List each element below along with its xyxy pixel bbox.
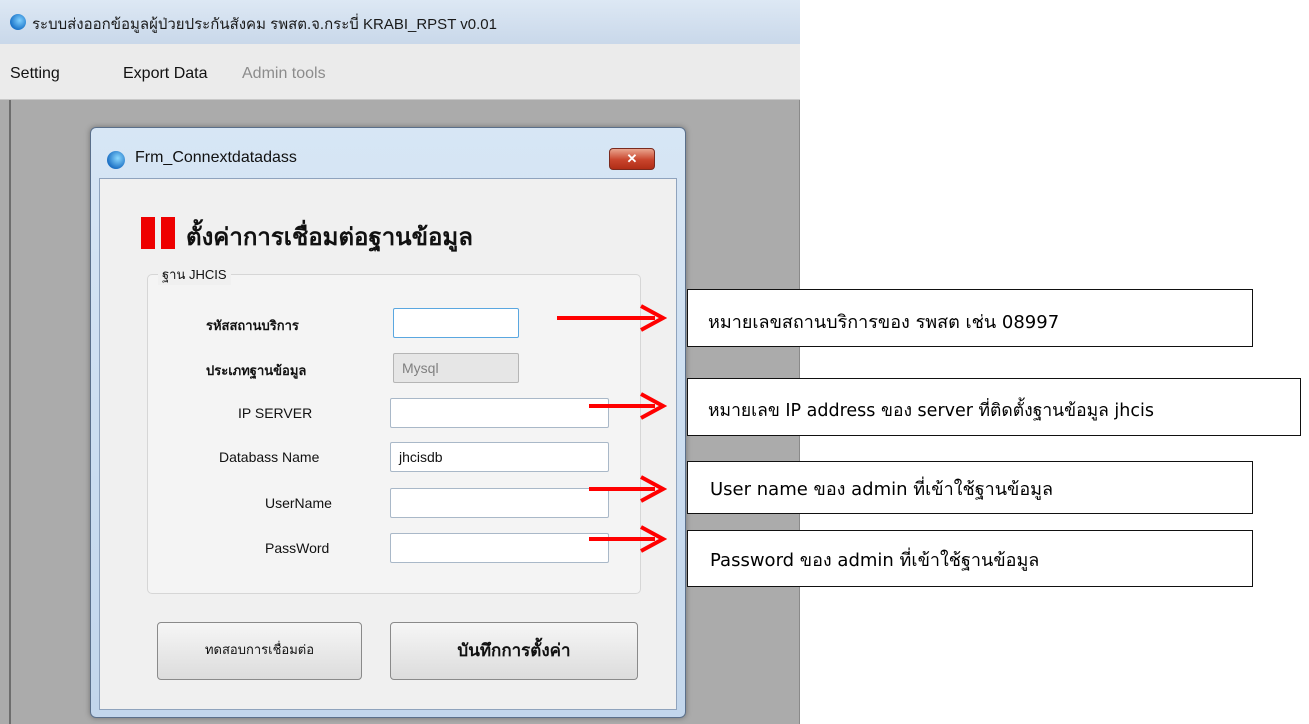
window-title: ระบบส่งออกข้อมูลผู้ป่วยประกันสังคม รพสต.…: [32, 16, 497, 33]
username-input[interactable]: [390, 488, 609, 518]
label-password: PassWord: [265, 540, 330, 556]
save-settings-button[interactable]: บันทึกการตั้งค่า: [390, 622, 638, 680]
database-name-input[interactable]: jhcisdb: [390, 442, 609, 472]
callout-password: Password ของ admin ที่เข้าใช้ฐานข้อมูล: [687, 530, 1253, 587]
window-titlebar: ระบบส่งออกข้อมูลผู้ป่วยประกันสังคม รพสต.…: [0, 0, 800, 44]
workspace-border: [9, 100, 11, 724]
ip-server-input[interactable]: [390, 398, 609, 428]
heading-red-bar: [141, 217, 155, 249]
close-icon: ✕: [626, 151, 638, 166]
password-input[interactable]: [390, 533, 609, 563]
dialog-client-area: ตั้งค่าการเชื่อมต่อฐานข้อมูล ฐาน JHCIS ร…: [99, 178, 677, 710]
test-connection-button[interactable]: ทดสอบการเชื่อมต่อ: [157, 622, 362, 680]
menu-export-data[interactable]: Export Data: [123, 65, 207, 83]
close-button[interactable]: ✕: [609, 148, 655, 170]
database-type-input: Mysql: [393, 353, 519, 383]
label-username: UserName: [265, 495, 332, 511]
callout-username: User name ของ admin ที่เข้าใช้ฐานข้อมูล: [687, 461, 1253, 514]
facility-code-input[interactable]: [393, 308, 519, 338]
menu-bar: Setting Export Data Admin tools: [0, 44, 800, 100]
screenshot-root: ระบบส่งออกข้อมูลผู้ป่วยประกันสังคม รพสต.…: [0, 0, 1309, 724]
form-heading: ตั้งค่าการเชื่อมต่อฐานข้อมูล: [186, 223, 473, 251]
callout-facility-code: หมายเลขสถานบริการของ รพสต เช่น 08997: [687, 289, 1253, 347]
dialog-icon: [107, 151, 125, 169]
app-icon: [10, 14, 26, 30]
connection-dialog: Frm_Connextdatadass ✕ ตั้งค่าการเชื่อมต่…: [90, 127, 686, 718]
menu-admin-tools: Admin tools: [242, 65, 326, 82]
label-database-name: Databass Name: [219, 449, 320, 465]
groupbox-label: ฐาน JHCIS: [158, 264, 231, 285]
arrow-right-icon: [589, 392, 667, 420]
label-database-type: ประเภทฐานข้อมูล: [206, 363, 307, 378]
arrow-right-icon: [557, 304, 667, 332]
heading-red-bar: [161, 217, 175, 249]
label-ip-server: IP SERVER: [238, 405, 313, 421]
arrow-right-icon: [589, 475, 667, 503]
arrow-right-icon: [589, 525, 667, 553]
label-facility-code: รหัสสถานบริการ: [206, 318, 299, 333]
callout-ip-server: หมายเลข IP address ของ server ที่ติดตั้ง…: [687, 378, 1301, 436]
dialog-title: Frm_Connextdatadass: [135, 149, 297, 166]
menu-setting[interactable]: Setting: [10, 65, 60, 83]
